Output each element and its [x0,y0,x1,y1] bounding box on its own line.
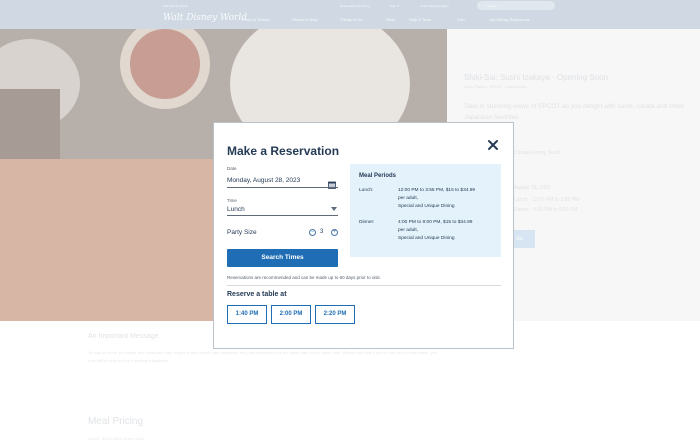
meal-period-label: Dinner: [359,220,375,225]
calendar-icon[interactable] [328,176,336,189]
meal-period-label: Lunch: [359,188,374,193]
modal-title: Make a Reservation [227,144,340,158]
date-field-underline [227,187,338,188]
date-field[interactable]: Monday, August 28, 2023 [227,177,300,184]
time-slot-button[interactable]: 2:00 PM [271,305,311,324]
modal-divider [227,285,501,286]
time-label: Time [227,198,237,203]
meal-period-line: 12:00 PM to 3:55 PM, $15 to $34.99 [398,188,476,193]
time-slot-button[interactable]: 2:20 PM [315,305,355,324]
meal-period-line: Special and Unique Dining [398,236,455,242]
party-size-value: 3 [320,229,324,235]
time-select-underline [227,215,338,216]
reservation-modal: Make a Reservation Date Monday, August 2… [213,122,514,349]
meal-periods-panel: Meal Periods Lunch: 12:00 PM to 3:55 PM,… [350,164,501,257]
meal-period-line: 4:00 PM to 9:00 PM, $15 to $34.99 [398,220,473,225]
meal-period-line: per adult, [398,196,419,202]
date-label: Date [227,166,237,171]
close-icon[interactable] [486,138,500,152]
time-select[interactable]: Lunch [227,206,245,213]
meal-period-line: Special and Unique Dining [398,204,455,210]
meal-period-details: 4:00 PM to 9:00 PM, $15 to $34.99 per ad… [398,219,498,244]
time-slot-button[interactable]: 1:40 PM [227,305,267,324]
meal-period-details: 12:00 PM to 3:55 PM, $15 to $34.99 per a… [398,187,498,212]
party-size-label: Party Size [227,229,257,236]
chevron-down-icon[interactable] [331,207,337,211]
search-times-button[interactable]: Search Times [227,249,338,267]
minus-icon[interactable]: − [309,229,316,236]
reservation-note: Reservations are recommended and can be … [227,275,381,280]
meal-periods-title: Meal Periods [359,173,397,179]
reserve-table-heading: Reserve a table at [227,291,287,298]
meal-period-line: per adult, [398,228,419,234]
plus-icon[interactable]: + [331,229,338,236]
